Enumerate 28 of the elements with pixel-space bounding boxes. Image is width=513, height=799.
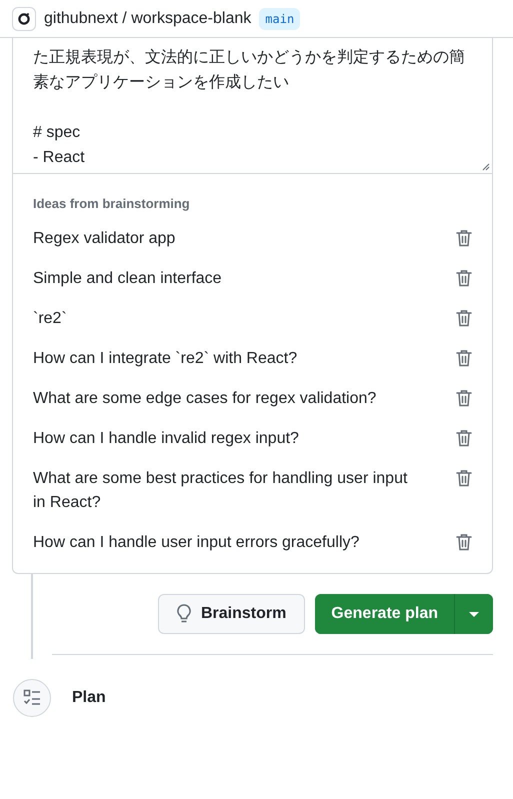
trash-icon (456, 309, 472, 327)
trash-icon (456, 533, 472, 551)
avatar-icon (12, 6, 36, 30)
idea-text: What are some best practices for handling user input in React? (33, 469, 408, 513)
caret-icon (469, 612, 479, 616)
trash-icon (456, 389, 472, 407)
trash-icon (456, 429, 472, 447)
branch-label: main (259, 8, 300, 30)
lightbulb-icon (176, 604, 191, 624)
generate-plan-button[interactable]: Generate plan (315, 594, 455, 634)
task-text-field[interactable]: た正規表現が、文法的に正しいかどうかを判定するための簡素なアプリケーションを作成したい # spec - React (13, 38, 492, 174)
idea-text: Regex validator app (33, 229, 176, 249)
trash-icon (456, 469, 472, 487)
trash-icon (456, 229, 472, 247)
idea-text: How can I integrate `re2` with React? (33, 349, 298, 369)
idea-text: How can I handle invalid regex input? (33, 429, 299, 449)
idea-text: How can I handle user input errors gracefully? (33, 533, 360, 553)
step-title: Plan (72, 689, 106, 707)
idea-text: What are some edge cases for regex validation? (33, 389, 376, 409)
resize-handle-icon[interactable] (482, 163, 490, 171)
ideas-heading: Ideas from brainstorming (33, 196, 191, 211)
trash-icon (456, 349, 472, 367)
checklist-icon (13, 679, 51, 717)
trash-icon (456, 269, 472, 287)
idea-text: Simple and clean interface (33, 269, 222, 289)
idea-text: `re2` (33, 309, 67, 329)
brainstorm-button[interactable]: Brainstorm (158, 594, 306, 634)
repository-name[interactable]: githubnext / workspace-blank (44, 10, 252, 28)
